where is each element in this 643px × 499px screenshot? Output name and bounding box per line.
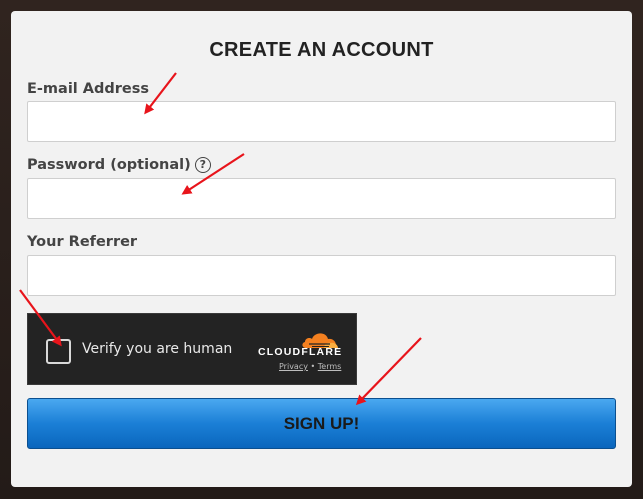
email-field[interactable]: [27, 101, 616, 142]
sign-up-button[interactable]: SIGN UP!: [27, 398, 616, 449]
verify-checkbox[interactable]: [46, 339, 71, 364]
email-label: E-mail Address: [27, 81, 150, 97]
verify-label: Verify you are human: [82, 341, 233, 357]
cloudflare-logo: CLOUDFLARE: [258, 346, 343, 358]
link-separator: •: [310, 362, 316, 371]
referrer-label: Your Referrer: [27, 234, 138, 250]
captcha-widget: Verify you are human CLOUDFLARE Privacy …: [27, 313, 357, 385]
privacy-link[interactable]: Privacy: [279, 362, 308, 371]
captcha-links: Privacy • Terms: [279, 362, 341, 371]
referrer-field[interactable]: [27, 255, 616, 296]
password-label: Password (optional): [27, 157, 191, 173]
terms-link[interactable]: Terms: [318, 362, 342, 371]
form-title: CREATE AN ACCOUNT: [209, 39, 434, 61]
signup-card: CREATE AN ACCOUNT E-mail Address Passwor…: [11, 11, 632, 487]
password-label-row: Password (optional)?: [27, 157, 211, 173]
password-field[interactable]: [27, 178, 616, 219]
help-icon[interactable]: ?: [194, 157, 211, 173]
